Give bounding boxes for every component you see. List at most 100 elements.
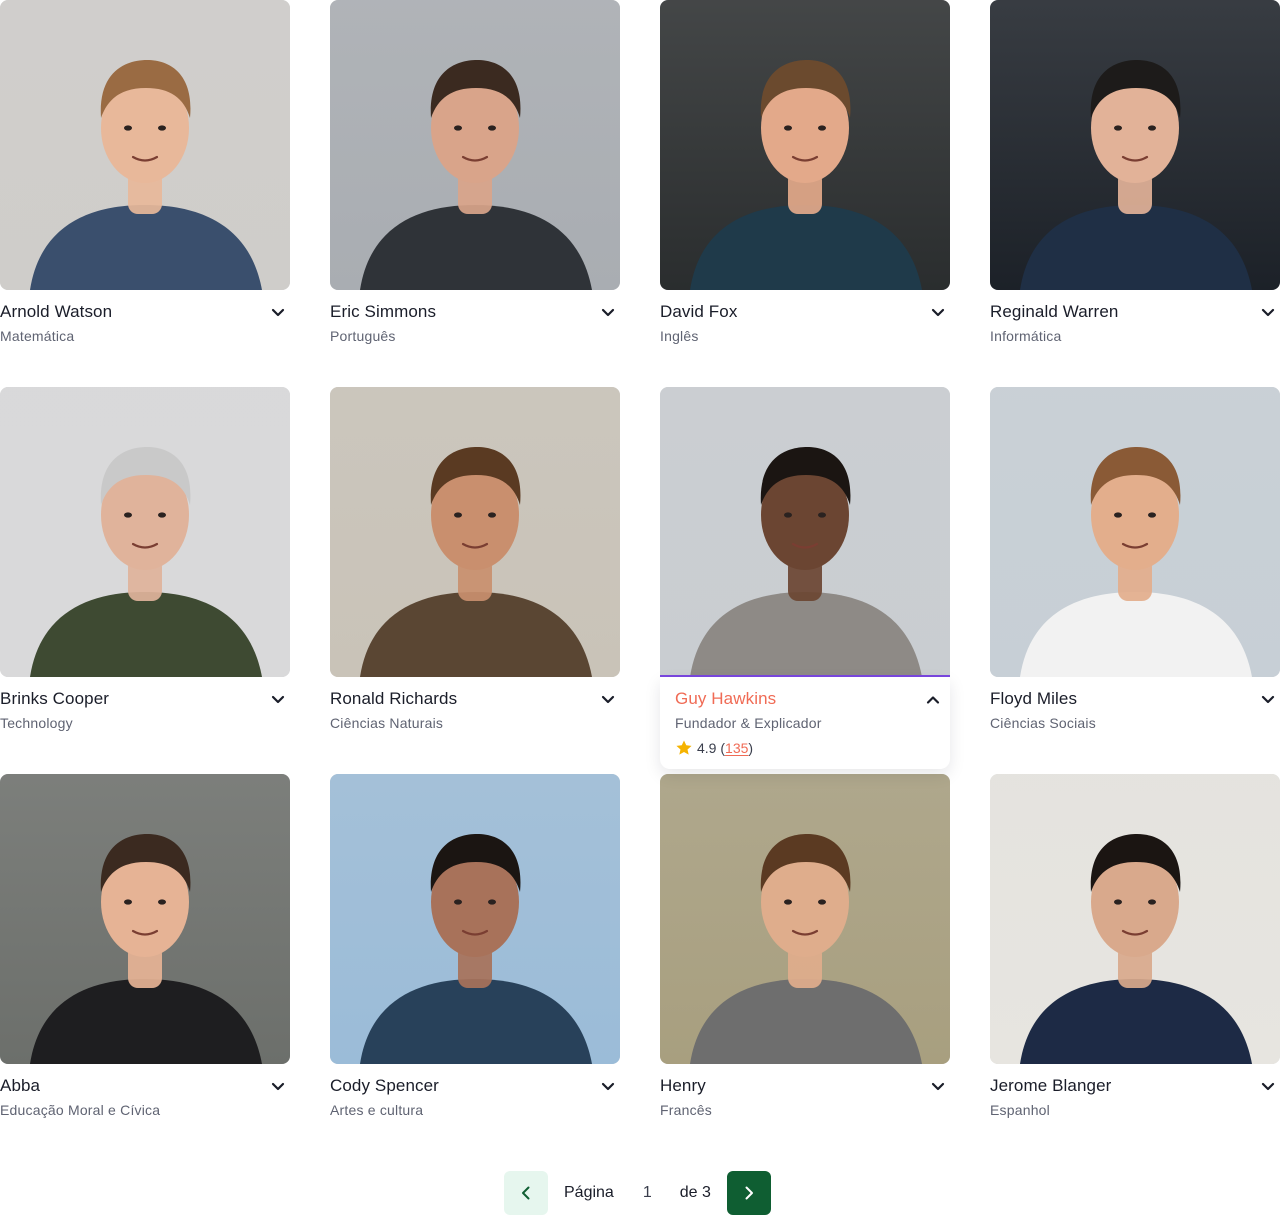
tutor-info: Guy Hawkins Fundador & Explicador 4.9 (135… <box>660 677 950 769</box>
portrait-image <box>990 774 1280 1064</box>
chevron-left-icon <box>522 1186 530 1200</box>
tutor-name-row: Abba <box>0 1075 290 1097</box>
tutor-photo[interactable] <box>660 774 950 1064</box>
portrait-image <box>0 0 290 290</box>
tutor-name[interactable]: Ronald Richards <box>330 689 457 709</box>
reviews-count-link[interactable]: 135 <box>725 740 748 756</box>
tutor-card[interactable]: Floyd Miles Ciências Sociais <box>990 387 1280 774</box>
portrait-image <box>330 387 620 677</box>
tutor-card[interactable]: Abba Educação Moral e Cívica <box>0 774 290 1161</box>
tutor-subject: Ciências Sociais <box>990 715 1096 731</box>
tutor-name[interactable]: Henry <box>660 1076 706 1096</box>
expand-toggle-button[interactable] <box>926 1075 950 1097</box>
portrait-image <box>0 774 290 1064</box>
next-page-button[interactable] <box>726 1171 771 1215</box>
tutor-photo[interactable] <box>990 774 1280 1064</box>
tutor-info: Abba Educação Moral e Cívica <box>0 1064 290 1118</box>
tutor-card[interactable]: Eric Simmons Português <box>330 0 620 387</box>
tutor-subject: Matemática <box>0 328 75 344</box>
tutor-photo[interactable] <box>330 774 620 1064</box>
chevron-down-icon <box>271 1082 285 1091</box>
tutor-card[interactable]: Brinks Cooper Technology <box>0 387 290 774</box>
tutor-photo[interactable] <box>330 387 620 677</box>
portrait-image <box>660 774 950 1064</box>
tutor-name[interactable]: Arnold Watson <box>0 302 112 322</box>
expand-toggle-button[interactable] <box>596 1075 620 1097</box>
expand-toggle-button[interactable] <box>266 1075 290 1097</box>
expand-toggle-button[interactable] <box>1256 688 1280 710</box>
tutor-name[interactable]: Abba <box>0 1076 40 1096</box>
chevron-down-icon <box>601 695 615 704</box>
reviews-open-paren: ( <box>716 740 726 756</box>
tutor-subject: Technology <box>0 715 73 731</box>
tutor-name[interactable]: Guy Hawkins <box>675 689 776 709</box>
total-pages-label: de 3 <box>679 1184 711 1201</box>
tutor-photo[interactable] <box>0 387 290 677</box>
tutor-name[interactable]: Brinks Cooper <box>0 689 109 709</box>
tutor-info: Ronald Richards Ciências Naturais <box>330 677 620 731</box>
tutor-name-row: Eric Simmons <box>330 301 620 323</box>
chevron-down-icon <box>931 1082 945 1091</box>
pagination: Página 1 de 3 <box>504 1171 771 1215</box>
expand-toggle-button[interactable] <box>1256 301 1280 323</box>
tutor-photo[interactable] <box>0 0 290 290</box>
chevron-down-icon <box>1261 1082 1275 1091</box>
tutor-subject: Espanhol <box>990 1102 1050 1118</box>
expand-toggle-button[interactable] <box>926 301 950 323</box>
tutor-info: Jerome Blanger Espanhol <box>990 1064 1280 1118</box>
chevron-down-icon <box>271 695 285 704</box>
tutor-info: Reginald Warren Informática <box>990 290 1280 344</box>
tutor-name[interactable]: Eric Simmons <box>330 302 436 322</box>
tutor-name-row: Floyd Miles <box>990 688 1280 710</box>
tutor-photo[interactable] <box>990 387 1280 677</box>
tutor-card[interactable]: Jerome Blanger Espanhol <box>990 774 1280 1161</box>
expand-toggle-button[interactable] <box>921 688 945 710</box>
tutor-name-row: Jerome Blanger <box>990 1075 1280 1097</box>
tutor-subject: Educação Moral e Cívica <box>0 1102 161 1118</box>
tutor-name[interactable]: Floyd Miles <box>990 689 1077 709</box>
tutor-subject: Francês <box>660 1102 712 1118</box>
tutor-subject: Inglês <box>660 328 699 344</box>
tutor-name[interactable]: Reginald Warren <box>990 302 1118 322</box>
tutor-card[interactable]: Cody Spencer Artes e cultura <box>330 774 620 1161</box>
expand-toggle-button[interactable] <box>266 688 290 710</box>
tutor-info: Eric Simmons Português <box>330 290 620 344</box>
chevron-down-icon <box>931 308 945 317</box>
expand-toggle-button[interactable] <box>1256 1075 1280 1097</box>
tutor-card[interactable]: Arnold Watson Matemática <box>0 0 290 387</box>
tutor-name[interactable]: Cody Spencer <box>330 1076 439 1096</box>
tutor-name-row: Cody Spencer <box>330 1075 620 1097</box>
tutor-card[interactable]: Henry Francês <box>660 774 950 1161</box>
tutor-name-row: David Fox <box>660 301 950 323</box>
tutor-name-row: Henry <box>660 1075 950 1097</box>
tutor-info: David Fox Inglês <box>660 290 950 344</box>
tutor-card[interactable]: Ronald Richards Ciências Naturais <box>330 387 620 774</box>
tutor-info: Floyd Miles Ciências Sociais <box>990 677 1280 731</box>
tutor-photo[interactable] <box>660 0 950 290</box>
expand-toggle-button[interactable] <box>266 301 290 323</box>
chevron-down-icon <box>1261 695 1275 704</box>
tutor-photo[interactable] <box>330 0 620 290</box>
chevron-down-icon <box>1261 308 1275 317</box>
tutor-name-row: Reginald Warren <box>990 301 1280 323</box>
tutor-info: Cody Spencer Artes e cultura <box>330 1064 620 1118</box>
expand-toggle-button[interactable] <box>596 301 620 323</box>
previous-page-button[interactable] <box>504 1171 548 1215</box>
expand-toggle-button[interactable] <box>596 688 620 710</box>
tutor-name[interactable]: David Fox <box>660 302 737 322</box>
portrait-image <box>330 774 620 1064</box>
tutor-card[interactable]: Guy Hawkins Fundador & Explicador 4.9 (135… <box>660 387 950 774</box>
tutor-photo[interactable] <box>0 774 290 1064</box>
tutor-card[interactable]: Reginald Warren Informática <box>990 0 1280 387</box>
portrait-image <box>990 387 1280 677</box>
tutor-name-row: Guy Hawkins <box>675 688 940 710</box>
chevron-right-icon <box>745 1186 753 1200</box>
tutor-photo[interactable] <box>660 387 950 677</box>
tutor-subject: Informática <box>990 328 1062 344</box>
tutor-card[interactable]: David Fox Inglês <box>660 0 950 387</box>
tutor-name[interactable]: Jerome Blanger <box>990 1076 1111 1096</box>
tutor-photo[interactable] <box>990 0 1280 290</box>
star-icon <box>676 740 692 755</box>
tutor-rating: 4.9 (135) <box>675 739 935 757</box>
current-page-number[interactable]: 1 <box>643 1184 652 1202</box>
